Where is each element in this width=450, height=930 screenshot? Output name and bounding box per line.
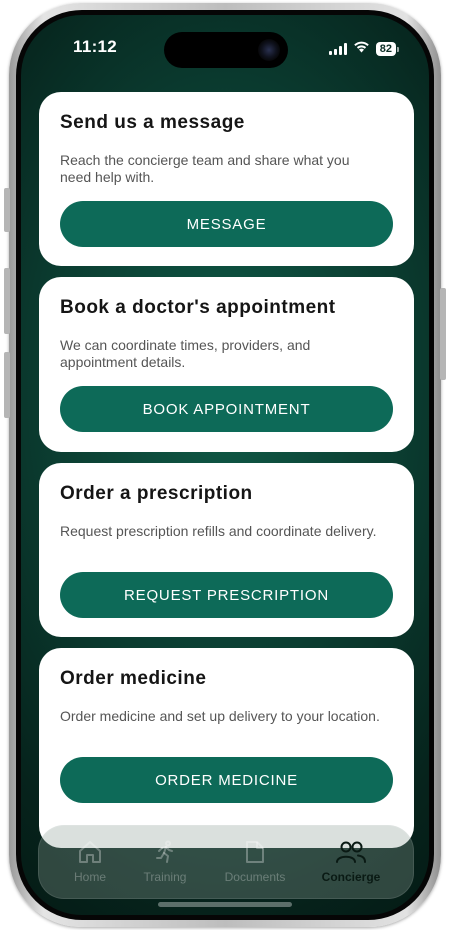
people-icon: [334, 840, 368, 864]
volume-up-button: [4, 268, 10, 334]
tab-label: Documents: [224, 870, 286, 884]
home-icon: [77, 840, 103, 864]
screen: 11:12 82 Send us a message Reach the con…: [21, 15, 429, 915]
card-title: Order medicine: [60, 668, 207, 689]
status-time: 11:12: [73, 37, 118, 56]
tab-label: Training: [143, 870, 187, 884]
book-appointment-button[interactable]: BOOK APPOINTMENT: [60, 386, 393, 432]
tab-label: Concierge: [321, 870, 381, 884]
card-send-message: Send us a message Reach the concierge te…: [39, 92, 414, 266]
status-bar: 11:12 82: [21, 15, 429, 75]
card-description: Request prescription refills and coordin…: [60, 523, 377, 539]
tab-home[interactable]: Home: [48, 840, 132, 884]
request-prescription-button[interactable]: REQUEST PRESCRIPTION: [60, 572, 393, 618]
running-figure-icon: [153, 840, 177, 864]
card-title: Order a prescription: [60, 483, 253, 504]
card-book-appointment: Book a doctor's appointment We can coord…: [39, 277, 414, 452]
tab-training[interactable]: Training: [123, 840, 207, 884]
home-indicator: [158, 902, 292, 907]
card-description: Order medicine and set up delivery to yo…: [60, 708, 380, 724]
tab-bar: Home Training Documents Concierge: [38, 825, 414, 899]
volume-down-button: [4, 352, 10, 418]
status-icons: 82: [328, 40, 399, 58]
power-button: [440, 288, 446, 380]
battery-icon: 82: [375, 42, 399, 56]
camera-icon: [258, 39, 280, 61]
card-order-medicine: Order medicine Order medicine and set up…: [39, 648, 414, 848]
order-medicine-button[interactable]: ORDER MEDICINE: [60, 757, 393, 803]
document-icon: [244, 840, 266, 864]
card-title: Book a doctor's appointment: [60, 297, 336, 318]
tab-concierge[interactable]: Concierge: [309, 840, 393, 884]
cellular-signal-icon: [328, 43, 347, 55]
tab-label: Home: [73, 870, 106, 884]
card-title: Send us a message: [60, 112, 245, 133]
message-button[interactable]: MESSAGE: [60, 201, 393, 247]
wifi-icon: [353, 40, 370, 58]
card-description: Reach the concierge team and share what …: [60, 152, 350, 185]
action-button: [4, 188, 10, 232]
battery-level: 82: [375, 42, 396, 56]
tab-documents[interactable]: Documents: [213, 840, 297, 884]
dynamic-island: [164, 32, 288, 68]
card-description: We can coordinate times, providers, and …: [60, 337, 311, 370]
card-order-prescription: Order a prescription Request prescriptio…: [39, 463, 414, 637]
